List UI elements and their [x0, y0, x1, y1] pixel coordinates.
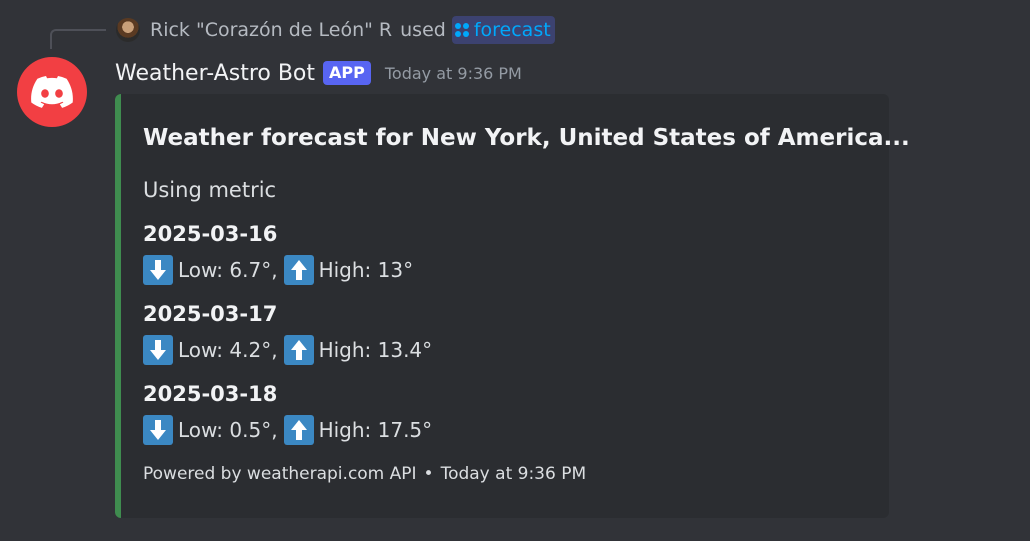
embed-title: Weather forecast for New York, United St… [143, 125, 910, 151]
forecast-date: 2025-03-16 [143, 222, 278, 246]
arrow-up-icon [283, 255, 314, 285]
discord-logo-icon [31, 76, 73, 108]
forecast-date: 2025-03-17 [143, 302, 278, 326]
footer-text: Powered by weatherapi.com API [143, 464, 417, 484]
discord-message-view: Rick "Corazón de León" R used forecast W… [0, 0, 1030, 541]
forecast-temps: Low: 6.7°, High: 13° [143, 255, 413, 285]
reply-connector [50, 29, 106, 49]
arrow-down-icon [143, 415, 173, 445]
bot-name[interactable]: Weather-Astro Bot [115, 61, 315, 86]
command-mention[interactable]: forecast [451, 16, 555, 44]
high-temp: High: 13.4° [318, 338, 433, 362]
message-header: Weather-Astro Bot APP Today at 9:36 PM [115, 57, 522, 89]
footer-separator: • [423, 464, 434, 484]
embed-description: Using metric [143, 178, 277, 202]
app-badge: APP [323, 61, 371, 85]
arrow-down-icon [143, 255, 173, 285]
user-avatar[interactable] [116, 18, 140, 42]
high-temp: High: 17.5° [318, 418, 433, 442]
arrow-up-icon [283, 415, 314, 445]
forecast-temps: Low: 0.5°, High: 17.5° [143, 415, 432, 445]
arrow-up-icon [283, 335, 314, 365]
low-temp: Low: 4.2°, [178, 338, 278, 362]
slash-command-icon [454, 23, 469, 37]
reply-used-text: used [400, 19, 446, 41]
bot-avatar[interactable] [17, 57, 87, 127]
arrow-down-icon [143, 335, 173, 365]
command-used-line: Rick "Corazón de León" R used forecast [116, 15, 555, 45]
low-temp: Low: 0.5°, [178, 418, 278, 442]
weather-embed: Weather forecast for New York, United St… [115, 94, 910, 518]
embed-footer: Powered by weatherapi.com API • Today at 9… [143, 464, 586, 484]
reply-user-name[interactable]: Rick "Corazón de León" R [150, 19, 392, 41]
low-temp: Low: 6.7°, [178, 258, 278, 282]
forecast-temps: Low: 4.2°, High: 13.4° [143, 335, 432, 365]
footer-timestamp: Today at 9:36 PM [440, 464, 587, 484]
forecast-date: 2025-03-18 [143, 382, 278, 406]
message-timestamp[interactable]: Today at 9:36 PM [385, 64, 522, 83]
high-temp: High: 13° [318, 258, 414, 282]
command-name: forecast [473, 19, 551, 41]
